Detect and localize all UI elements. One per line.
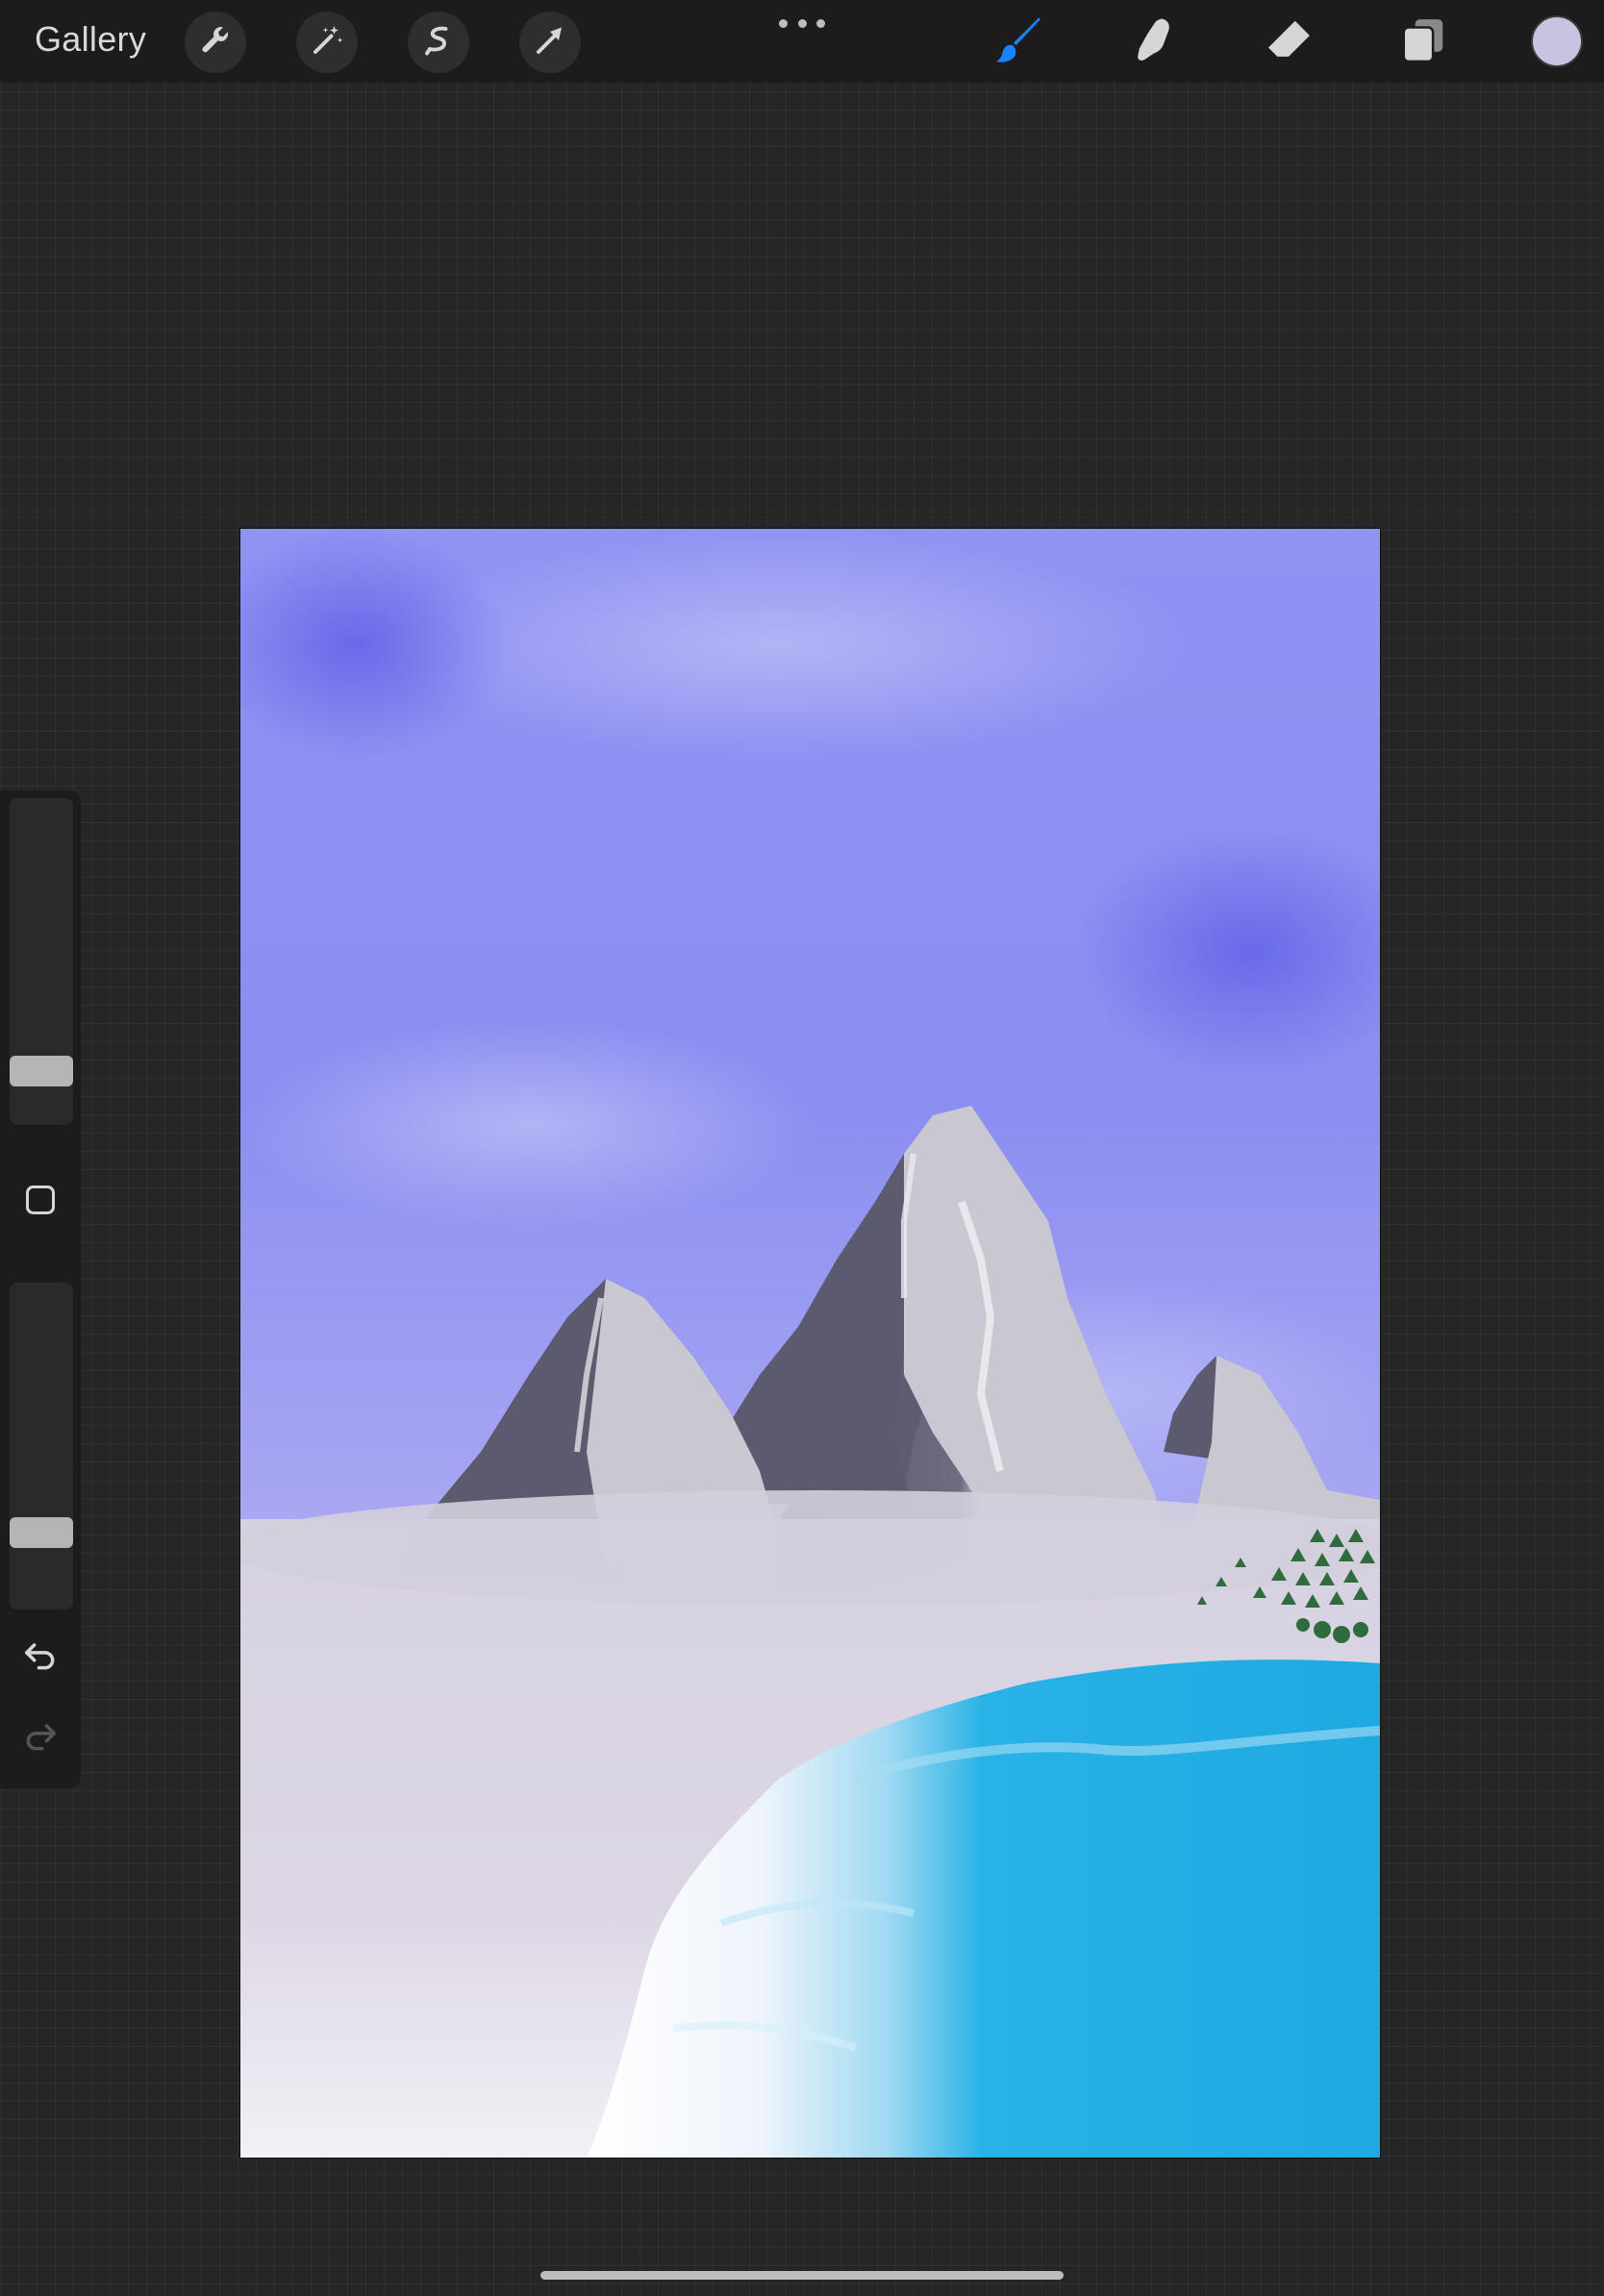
wrench-icon	[198, 23, 233, 62]
home-indicator[interactable]	[540, 2271, 1064, 2280]
painting-artwork	[202, 529, 1423, 2158]
opacity-slider[interactable]	[10, 1283, 73, 1610]
ellipsis-icon[interactable]	[779, 13, 825, 33]
layers-icon	[1397, 14, 1449, 71]
brush-size-slider-thumb[interactable]	[10, 1056, 73, 1086]
magic-wand-icon	[310, 23, 344, 62]
color-picker-button[interactable]	[1531, 15, 1583, 67]
undo-button[interactable]	[19, 1636, 62, 1679]
eraser-tool-button[interactable]	[1258, 12, 1319, 73]
brush-tool-button[interactable]	[989, 12, 1050, 73]
adjustments-button[interactable]	[296, 12, 358, 73]
brush-icon	[993, 14, 1045, 71]
layers-tool-button[interactable]	[1392, 12, 1454, 73]
selection-button[interactable]	[408, 12, 469, 73]
smudge-finger-icon	[1128, 14, 1180, 71]
square-outline-icon	[23, 1183, 58, 1222]
gallery-button[interactable]: Gallery	[35, 19, 146, 60]
modify-button[interactable]	[21, 1183, 60, 1221]
smudge-tool-button[interactable]	[1123, 12, 1185, 73]
selection-s-icon	[421, 23, 456, 62]
transform-button[interactable]	[519, 12, 581, 73]
opacity-slider-thumb[interactable]	[10, 1517, 73, 1548]
drawing-canvas[interactable]	[202, 529, 1423, 2158]
arrow-cursor-icon	[533, 23, 567, 62]
left-sidebar	[0, 790, 81, 1788]
eraser-icon	[1263, 14, 1315, 71]
actions-button[interactable]	[185, 12, 246, 73]
top-toolbar: Gallery	[0, 0, 1604, 83]
undo-arrow-icon	[22, 1637, 59, 1679]
redo-button[interactable]	[19, 1717, 62, 1759]
redo-arrow-icon	[22, 1718, 59, 1759]
brush-size-slider[interactable]	[10, 798, 73, 1125]
